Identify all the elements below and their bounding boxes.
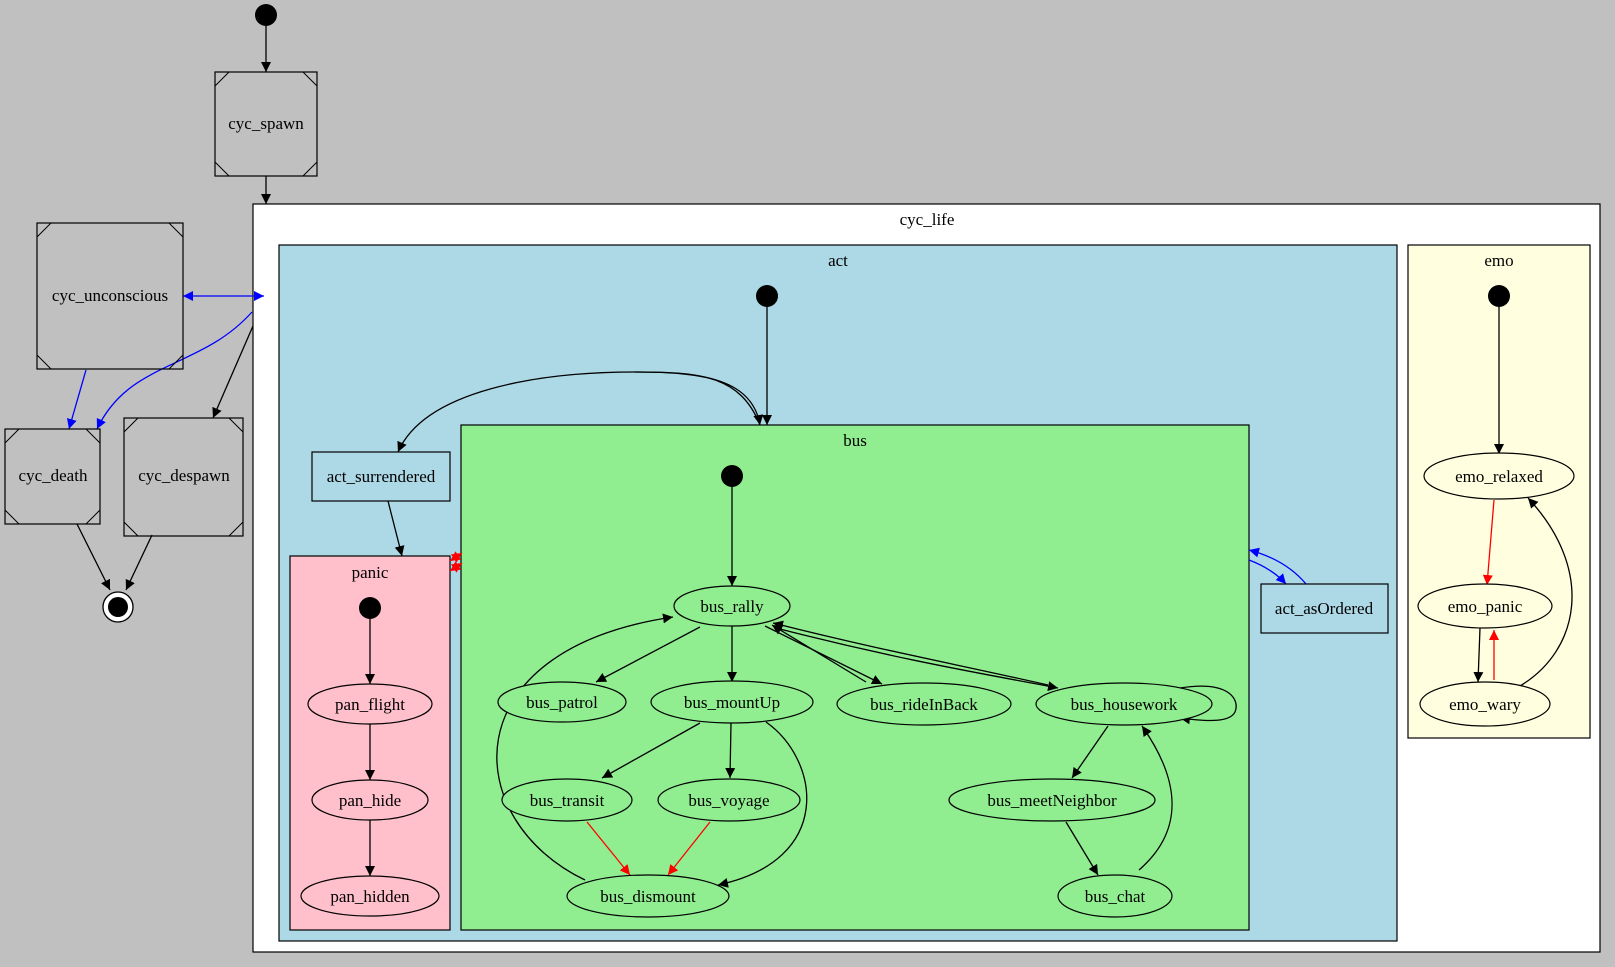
- initial-state-act: [756, 285, 778, 307]
- edge-cyc-death-to-final: [76, 523, 111, 591]
- state-cyc-spawn[interactable]: cyc_spawn: [214, 71, 318, 177]
- cluster-bus: bus: [460, 424, 1250, 931]
- state-bus-mountup[interactable]: bus_mountUp: [650, 680, 814, 724]
- state-label-bus-housework: bus_housework: [1071, 695, 1178, 714]
- cluster-label-cyc-life: cyc_life: [900, 210, 955, 229]
- state-label-bus-rideinback: bus_rideInBack: [870, 695, 978, 714]
- state-label-bus-patrol: bus_patrol: [526, 693, 598, 712]
- state-label-pan-hidden: pan_hidden: [330, 887, 410, 906]
- initial-state-emo: [1488, 285, 1510, 307]
- state-cyc-despawn[interactable]: cyc_despawn: [123, 417, 244, 537]
- initial-state-panic: [359, 597, 381, 619]
- state-label-bus-voyage: bus_voyage: [688, 791, 769, 810]
- state-bus-transit[interactable]: bus_transit: [501, 778, 633, 822]
- initial-state-top: [255, 4, 277, 26]
- cluster-label-panic: panic: [352, 563, 389, 582]
- state-label-bus-chat: bus_chat: [1085, 887, 1146, 906]
- state-label-bus-rally: bus_rally: [700, 597, 764, 616]
- state-pan-flight[interactable]: pan_flight: [307, 683, 433, 725]
- state-pan-hide[interactable]: pan_hide: [311, 779, 429, 821]
- state-label-pan-flight: pan_flight: [335, 695, 405, 714]
- state-label-emo-wary: emo_wary: [1449, 695, 1521, 714]
- edge-cyc-despawn-to-final: [125, 534, 153, 591]
- state-bus-patrol[interactable]: bus_patrol: [497, 681, 627, 723]
- state-emo-relaxed[interactable]: emo_relaxed: [1423, 452, 1575, 500]
- state-label-bus-dismount: bus_dismount: [600, 887, 696, 906]
- state-label-act-asordered: act_asOrdered: [1275, 599, 1374, 618]
- initial-state-bus: [721, 465, 743, 487]
- state-pan-hidden[interactable]: pan_hidden: [300, 875, 440, 917]
- cluster-label-bus: bus: [843, 431, 867, 450]
- state-cyc-death[interactable]: cyc_death: [4, 428, 101, 525]
- state-label-pan-hide: pan_hide: [339, 791, 401, 810]
- final-state: [102, 591, 134, 623]
- state-label-bus-meetneighbor: bus_meetNeighbor: [987, 791, 1117, 810]
- state-label-cyc-spawn: cyc_spawn: [228, 114, 304, 133]
- cluster-label-emo: emo: [1484, 251, 1513, 270]
- state-act-surrendered[interactable]: act_surrendered: [311, 451, 451, 502]
- state-label-emo-panic: emo_panic: [1448, 597, 1523, 616]
- state-bus-meetneighbor[interactable]: bus_meetNeighbor: [948, 778, 1156, 822]
- edge-cyc-unconscious-to-cyc-death: [66, 369, 87, 430]
- edge-cyc-life-to-cyc-death: [96, 311, 253, 430]
- state-bus-dismount[interactable]: bus_dismount: [566, 874, 730, 918]
- state-label-act-surrendered: act_surrendered: [327, 467, 436, 486]
- state-bus-rally[interactable]: bus_rally: [673, 585, 791, 627]
- state-diagram: cyc_life act emo bus panic cyc_spawn cyc…: [4, 4, 1601, 953]
- state-emo-wary[interactable]: emo_wary: [1419, 681, 1551, 727]
- state-bus-chat[interactable]: bus_chat: [1057, 874, 1173, 918]
- state-label-cyc-death: cyc_death: [19, 466, 88, 485]
- state-act-asordered[interactable]: act_asOrdered: [1260, 583, 1389, 634]
- state-bus-rideinback[interactable]: bus_rideInBack: [836, 682, 1012, 726]
- state-label-bus-mountup: bus_mountUp: [684, 693, 780, 712]
- state-bus-voyage[interactable]: bus_voyage: [657, 778, 801, 822]
- state-label-emo-relaxed: emo_relaxed: [1455, 467, 1543, 486]
- state-label-bus-transit: bus_transit: [530, 791, 605, 810]
- state-emo-panic[interactable]: emo_panic: [1417, 583, 1553, 629]
- state-label-cyc-unconscious: cyc_unconscious: [52, 286, 168, 305]
- cluster-label-act: act: [828, 251, 848, 270]
- state-label-cyc-despawn: cyc_despawn: [138, 466, 230, 485]
- state-bus-housework[interactable]: bus_housework: [1035, 682, 1213, 726]
- state-cyc-unconscious[interactable]: cyc_unconscious: [36, 222, 184, 370]
